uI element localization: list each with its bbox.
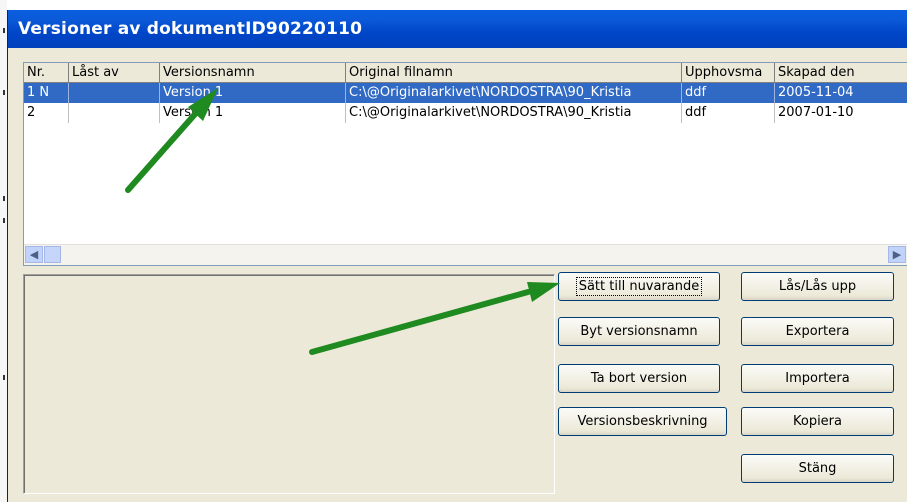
arrow-to-version-row	[125, 88, 218, 193]
annotation-arrows	[125, 88, 560, 355]
arrow-to-set-current-button	[309, 282, 560, 355]
